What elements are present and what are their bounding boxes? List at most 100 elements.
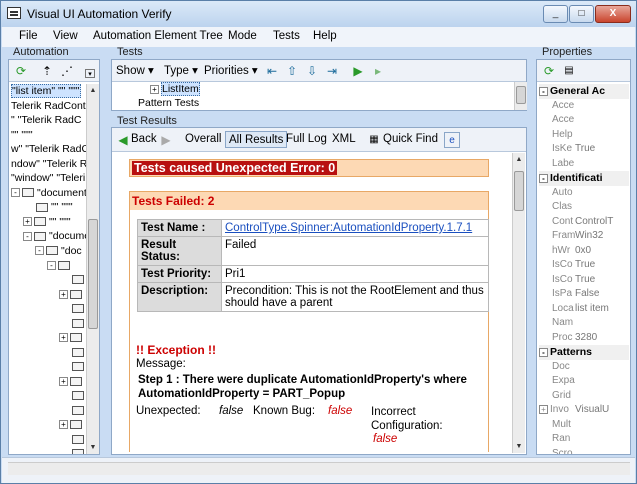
tests-tree-item-pattern-tests[interactable]: Pattern Tests — [138, 97, 199, 109]
property-row[interactable]: Acce — [539, 113, 629, 128]
property-row[interactable]: + Invo VisualU — [539, 403, 629, 418]
scrollbar-thumb[interactable] — [88, 219, 98, 329]
property-row[interactable]: Grid — [539, 389, 629, 404]
forward-arrow-icon[interactable]: ▶ — [158, 132, 174, 148]
automation-tree-item[interactable]: "" """ — [11, 200, 86, 215]
collapse-icon[interactable]: - — [11, 188, 20, 198]
close-button[interactable]: X — [595, 5, 631, 23]
overall-button[interactable]: Overall — [182, 131, 224, 148]
collapse-icon[interactable]: - — [539, 86, 548, 96]
back-button[interactable]: Back — [128, 131, 160, 148]
parent-nav-icon[interactable]: ⇡ — [39, 63, 55, 79]
menu-tests[interactable]: Tests — [273, 30, 300, 42]
menu-help[interactable]: Help — [313, 30, 337, 42]
automation-tree-item[interactable]: ndow" "Telerik Ra — [11, 157, 86, 172]
property-row[interactable]: Expa — [539, 374, 629, 389]
maximize-button[interactable]: □ — [569, 5, 594, 23]
results-scrollbar[interactable]: ▲ ▼ — [512, 153, 525, 453]
expand-icon[interactable]: + — [150, 84, 159, 94]
automation-tree-item[interactable] — [11, 316, 86, 331]
collapse-icon[interactable]: - — [23, 231, 32, 241]
scroll-down-icon[interactable]: ▼ — [87, 441, 99, 454]
automation-tree-item[interactable] — [11, 447, 86, 454]
automation-tree-item[interactable]: + — [11, 418, 86, 433]
automation-tree-item[interactable]: - "document" — [11, 186, 86, 201]
automation-tree-item[interactable]: - "docume — [11, 229, 86, 244]
tests-scrollbar-thumb[interactable] — [516, 86, 526, 104]
automation-tree-item[interactable] — [11, 403, 86, 418]
property-row[interactable]: Loca list item — [539, 302, 629, 317]
automation-tree-item[interactable] — [11, 345, 86, 360]
property-row[interactable]: Fram Win32 — [539, 229, 629, 244]
tests-tree-item-listitem[interactable]: + ListItem — [150, 82, 200, 96]
property-row[interactable]: Proc 3280 — [539, 331, 629, 346]
expand-icon[interactable]: + — [23, 217, 32, 227]
tests-scrollbar[interactable] — [514, 82, 527, 110]
automation-tree-item[interactable]: + — [11, 374, 86, 389]
properties-view-icon[interactable]: ▤ — [561, 63, 577, 79]
property-row[interactable]: Labe — [539, 157, 629, 172]
expand-icon[interactable]: + — [59, 376, 68, 386]
horizontal-scrollbar[interactable] — [8, 462, 630, 475]
property-row[interactable]: Auto — [539, 186, 629, 201]
move-up-icon[interactable]: ⇧ — [284, 63, 300, 79]
automation-tree-item[interactable] — [11, 273, 86, 288]
property-category[interactable]: - Patterns — [539, 345, 629, 360]
scroll-up-icon[interactable]: ▲ — [87, 84, 99, 97]
automation-tree-item[interactable] — [11, 432, 86, 447]
collapse-icon[interactable]: - — [539, 347, 548, 357]
automation-tree-item[interactable]: "" """ — [11, 128, 86, 143]
full-log-button[interactable]: Full Log — [283, 131, 330, 148]
refresh-icon[interactable]: ⟳ — [13, 63, 29, 79]
property-category[interactable]: - General Ac — [539, 84, 629, 99]
property-row[interactable]: hWr 0x0 — [539, 244, 629, 259]
results-scroll-down-icon[interactable]: ▼ — [513, 440, 525, 453]
move-down-icon[interactable]: ⇩ — [304, 63, 320, 79]
menu-automation-element-tree[interactable]: Automation Element Tree — [93, 30, 223, 42]
automation-tree-scrollbar[interactable]: ▲ ▼ — [86, 84, 99, 454]
expand-icon[interactable]: + — [59, 420, 68, 430]
automation-tree-item[interactable]: "window" "Teleri — [11, 171, 86, 186]
results-scrollbar-thumb[interactable] — [514, 171, 524, 211]
automation-tree-item[interactable]: + — [11, 331, 86, 346]
automation-tree-item[interactable]: - — [11, 258, 86, 273]
property-row[interactable]: Help — [539, 128, 629, 143]
priorities-dropdown[interactable]: Priorities ▾ — [201, 63, 261, 80]
dropdown-icon[interactable]: ▾ — [85, 69, 95, 78]
collapse-icon[interactable]: - — [35, 246, 44, 256]
automation-tree-item[interactable]: Telerik RadContro — [11, 99, 86, 114]
type-dropdown[interactable]: Type ▾ — [161, 63, 201, 80]
property-row[interactable]: Mult — [539, 418, 629, 433]
expand-icon[interactable]: + — [539, 404, 548, 414]
run-icon[interactable]: ▶ — [350, 63, 366, 79]
menu-file[interactable]: File — [19, 30, 38, 42]
all-results-button[interactable]: All Results — [225, 131, 288, 148]
property-row[interactable]: IsKe True — [539, 142, 629, 157]
property-row[interactable]: Clas — [539, 200, 629, 215]
property-row[interactable]: Cont ControlT — [539, 215, 629, 230]
minimize-button[interactable]: _ — [543, 5, 568, 23]
property-row[interactable]: Doc — [539, 360, 629, 375]
show-dropdown[interactable]: Show ▾ — [113, 63, 157, 80]
tree-nav-icon[interactable]: ⋰ — [59, 63, 75, 79]
automation-tree-item[interactable]: + — [11, 287, 86, 302]
browser-icon[interactable]: e — [444, 132, 460, 148]
menu-view[interactable]: View — [53, 30, 78, 42]
property-row[interactable]: Scro — [539, 447, 629, 455]
automation-tree-item[interactable]: "list item" "" """ — [11, 84, 86, 99]
property-row[interactable]: IsCo True — [539, 273, 629, 288]
run-selected-icon[interactable]: ▸ — [370, 63, 386, 79]
property-row[interactable]: Ran — [539, 432, 629, 447]
quick-find-button[interactable]: Quick Find — [380, 131, 441, 148]
automation-tree-item[interactable] — [11, 360, 86, 375]
automation-tree-item[interactable]: " "Telerik RadC — [11, 113, 86, 128]
properties-refresh-icon[interactable]: ⟳ — [541, 63, 557, 79]
results-scroll-up-icon[interactable]: ▲ — [513, 153, 525, 166]
move-first-icon[interactable]: ⇤ — [264, 63, 280, 79]
expand-icon[interactable]: + — [59, 333, 68, 343]
collapse-icon[interactable]: - — [47, 260, 56, 270]
property-row[interactable]: IsCo True — [539, 258, 629, 273]
test-name-link[interactable]: ControlType.Spinner:AutomationIdProperty… — [225, 222, 472, 234]
collapse-icon[interactable]: - — [539, 173, 548, 183]
title-bar[interactable]: Visual UI Automation Verify _ □ X — [1, 1, 636, 27]
